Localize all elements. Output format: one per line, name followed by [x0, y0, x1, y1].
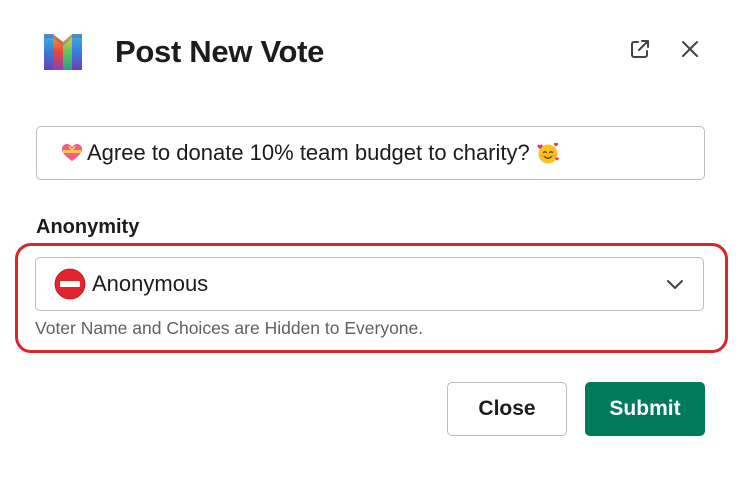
external-link-icon — [631, 40, 649, 58]
post-new-vote-modal: Post New Vote Agree to donate 10% team b… — [0, 0, 741, 480]
submit-button[interactable]: Submit — [585, 382, 705, 436]
heart-gift-emoji-icon — [62, 144, 82, 161]
anonymity-selected-value: Anonymous — [92, 271, 209, 296]
no-entry-icon — [54, 268, 86, 300]
anonymity-label: Anonymity — [36, 216, 140, 238]
external-link-button[interactable] — [627, 36, 653, 62]
anonymity-select[interactable]: Anonymous — [35, 257, 704, 311]
anonymity-hint: Voter Name and Choices are Hidden to Eve… — [35, 318, 424, 338]
close-modal-button[interactable] — [677, 36, 703, 62]
close-icon — [682, 41, 698, 57]
modal-title: Post New Vote — [115, 34, 325, 69]
chevron-down-icon — [667, 280, 683, 289]
vote-question-text: Agree to donate 10% team budget to chari… — [87, 140, 530, 165]
vote-question-input[interactable]: Agree to donate 10% team budget to chari… — [36, 126, 705, 180]
smiling-face-hearts-emoji-icon — [537, 142, 559, 164]
app-logo-icon — [44, 34, 82, 70]
close-button[interactable]: Close — [447, 382, 567, 436]
